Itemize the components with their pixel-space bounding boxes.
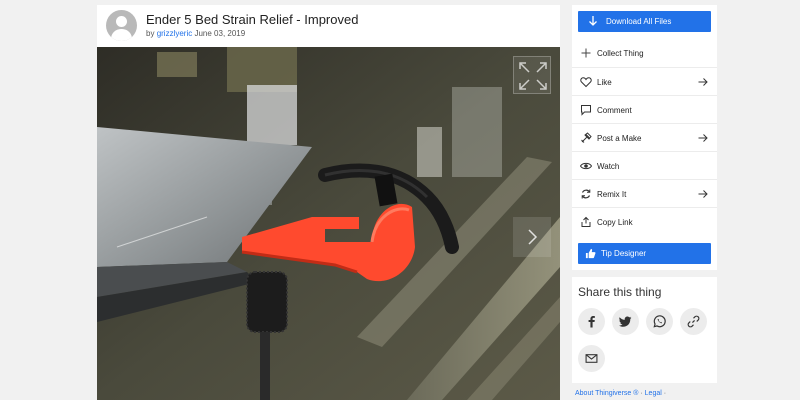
collect-thing-item[interactable]: Collect Thing — [572, 39, 717, 67]
collect-thing-label: Collect Thing — [597, 49, 644, 58]
thing-card: Ender 5 Bed Strain Relief - Improved by … — [97, 5, 560, 400]
facebook-icon — [588, 315, 595, 328]
comment-icon — [581, 105, 591, 116]
expand-icon — [519, 62, 547, 90]
arrow-right-icon — [698, 78, 708, 86]
email-icon — [585, 354, 598, 363]
link-icon — [687, 315, 700, 328]
avatar[interactable] — [106, 10, 137, 41]
byline-prefix: by — [146, 29, 155, 38]
share-twitter-button[interactable] — [612, 308, 639, 335]
author-link[interactable]: grizzlyeric — [157, 29, 193, 38]
tool-icon — [581, 132, 592, 143]
remix-icon — [581, 189, 591, 199]
share-link-button[interactable] — [680, 308, 707, 335]
about-link[interactable]: About Thingiverse ® — [575, 390, 638, 397]
thing-photo[interactable] — [97, 47, 560, 400]
thing-header: Ender 5 Bed Strain Relief - Improved by … — [97, 5, 560, 47]
expand-button[interactable] — [513, 56, 551, 94]
legal-link[interactable]: Legal — [645, 390, 662, 397]
chevron-right-icon — [528, 229, 538, 245]
like-label: Like — [597, 78, 612, 87]
download-icon — [589, 16, 597, 26]
post-a-make-label: Post a Make — [597, 134, 642, 143]
arrow-right-icon — [698, 134, 708, 142]
footer-separator: · — [640, 390, 643, 397]
share-panel: Share this thing — [572, 277, 717, 383]
footer-links: About Thingiverse ® · Legal · — [575, 390, 666, 397]
tip-designer-button[interactable]: Tip Designer — [578, 243, 711, 264]
copy-link-label: Copy Link — [597, 218, 633, 227]
share-icon — [581, 216, 591, 227]
remix-it-label: Remix It — [597, 190, 627, 199]
copy-link-item[interactable]: Copy Link — [572, 207, 717, 235]
download-label: Download All Files — [606, 17, 672, 26]
publish-date: June 03, 2019 — [194, 29, 246, 38]
photo-illustration — [97, 47, 560, 400]
whatsapp-icon — [653, 315, 666, 328]
download-all-button[interactable]: Download All Files — [578, 11, 711, 32]
remix-it-item[interactable]: Remix It — [572, 179, 717, 207]
post-a-make-item[interactable]: Post a Make — [572, 123, 717, 151]
share-whatsapp-button[interactable] — [646, 308, 673, 335]
twitter-icon — [619, 316, 632, 327]
watch-item[interactable]: Watch — [572, 151, 717, 179]
arrow-right-icon — [698, 190, 708, 198]
action-sidebar: Download All Files Collect Thing Like Co… — [572, 5, 717, 270]
watch-label: Watch — [597, 162, 620, 171]
page-title: Ender 5 Bed Strain Relief - Improved — [146, 12, 359, 27]
comment-label: Comment — [597, 106, 632, 115]
share-title: Share this thing — [578, 285, 662, 299]
avatar-body — [111, 29, 132, 41]
comment-item[interactable]: Comment — [572, 95, 717, 123]
next-image-button[interactable] — [513, 217, 551, 257]
share-email-button[interactable] — [578, 345, 605, 372]
eye-icon — [580, 162, 592, 170]
byline: by grizzlyeric June 03, 2019 — [146, 29, 245, 38]
tip-designer-label: Tip Designer — [601, 249, 647, 258]
thumbs-up-icon — [585, 248, 596, 259]
heart-icon — [580, 77, 592, 88]
footer-separator-trail: · — [663, 390, 667, 397]
plus-icon — [581, 48, 591, 58]
avatar-head — [116, 16, 127, 27]
share-facebook-button[interactable] — [578, 308, 605, 335]
like-item[interactable]: Like — [572, 67, 717, 95]
